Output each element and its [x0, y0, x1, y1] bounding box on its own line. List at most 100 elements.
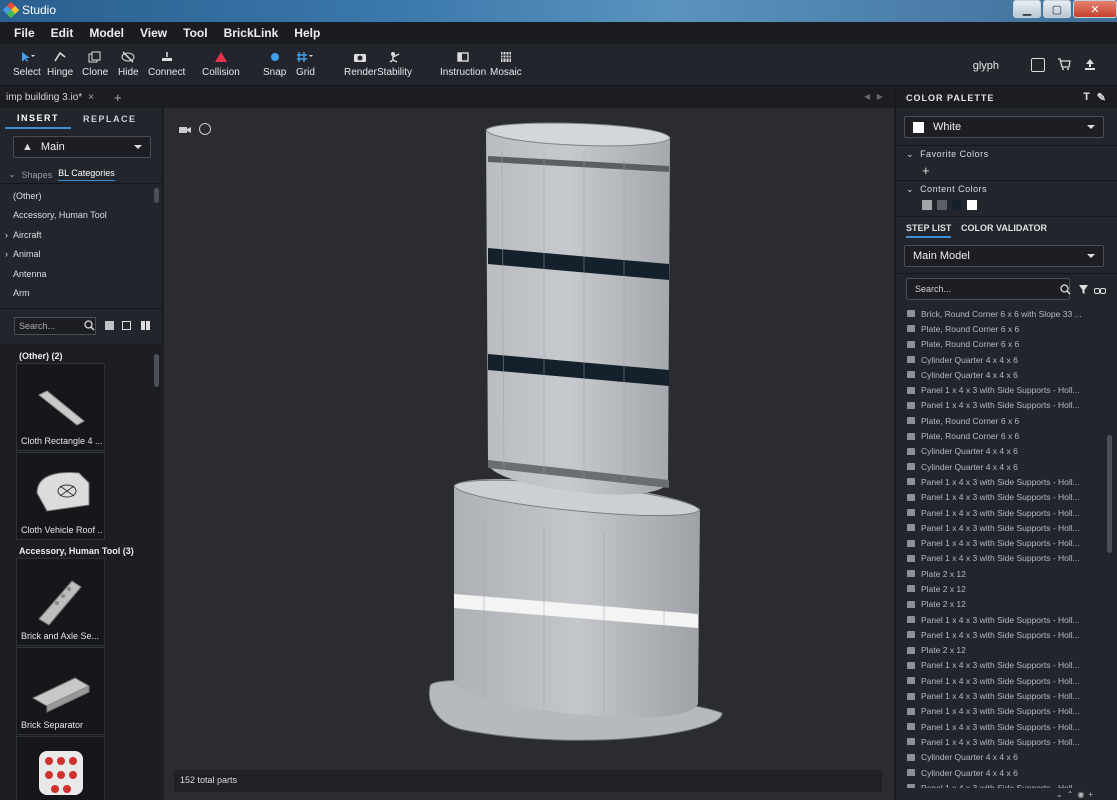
step-list-item[interactable]: Plate, Round Corner 6 x 6 [896, 428, 1108, 443]
content-color-swatch[interactable] [922, 200, 932, 210]
minimize-button[interactable]: ▁ [1013, 0, 1041, 18]
step-list-item[interactable]: Panel 1 x 4 x 3 with Side Supports - Hol… [896, 551, 1108, 566]
part-card[interactable]: Cloth Rectangle 4 ... [16, 363, 105, 451]
menu-model[interactable]: Model [81, 26, 132, 40]
menu-file[interactable]: File [6, 26, 43, 40]
step-list-item[interactable]: Panel 1 x 4 x 3 with Side Supports - Hol… [896, 780, 1108, 788]
step-list-footer-icons[interactable]: ⌄⌃◉+ [1056, 790, 1097, 799]
3d-viewport[interactable]: 152 total parts [164, 108, 894, 800]
step-list-item[interactable]: Panel 1 x 4 x 3 with Side Supports - Hol… [896, 673, 1108, 688]
content-color-swatch[interactable] [967, 200, 977, 210]
close-tab-icon[interactable]: × [88, 92, 94, 103]
color-filter-icon[interactable] [105, 321, 114, 330]
step-list-item[interactable]: Plate, Round Corner 6 x 6 [896, 413, 1108, 428]
menu-view[interactable]: View [132, 26, 175, 40]
step-list-item[interactable]: Plate 2 x 12 [896, 566, 1108, 581]
step-list-item[interactable]: Panel 1 x 4 x 3 with Side Supports - Hol… [896, 658, 1108, 673]
part-card[interactable] [16, 736, 105, 800]
search-icon[interactable] [84, 320, 95, 334]
add-tab-button[interactable]: + [114, 90, 122, 105]
render-tool-button[interactable]: Render [344, 50, 377, 78]
part-card[interactable]: Cloth Vehicle Roof ... [16, 452, 105, 540]
link-icon[interactable] [1094, 285, 1106, 299]
instruction-tool-button[interactable]: Instruction [440, 50, 486, 78]
step-list-item[interactable]: Panel 1 x 4 x 3 with Side Supports - Hol… [896, 382, 1108, 397]
step-list-item[interactable]: Panel 1 x 4 x 3 with Side Supports - Hol… [896, 490, 1108, 505]
step-list-item[interactable]: Panel 1 x 4 x 3 with Side Supports - Hol… [896, 704, 1108, 719]
category-item[interactable]: (Other) [0, 186, 163, 206]
step-list-item[interactable]: Plate, Round Corner 6 x 6 [896, 321, 1108, 336]
content-colors-section[interactable]: ⌄ Content Colors [906, 184, 987, 195]
category-scrollbar[interactable] [154, 188, 159, 203]
step-list-scrollbar[interactable] [1107, 435, 1112, 553]
category-item[interactable]: Antenna [0, 264, 163, 284]
grid-view-icon[interactable] [141, 321, 150, 330]
favorite-colors-section[interactable]: ⌄ Favorite Colors [906, 149, 989, 160]
login-icon[interactable] [1031, 58, 1045, 72]
palette-dropdown[interactable]: ▲ Main [13, 136, 151, 158]
step-list-item[interactable]: Panel 1 x 4 x 3 with Side Supports - Hol… [896, 398, 1108, 413]
step-list-item[interactable]: Cylinder Quarter 4 x 4 x 6 [896, 459, 1108, 474]
content-color-swatch[interactable] [937, 200, 947, 210]
tab-color-validator[interactable]: COLOR VALIDATOR [961, 223, 1047, 233]
select-tool-button[interactable]: Select [13, 50, 41, 78]
content-color-swatch[interactable] [952, 200, 962, 210]
building-model[interactable] [164, 108, 894, 768]
step-list-item[interactable]: Panel 1 x 4 x 3 with Side Supports - Hol… [896, 627, 1108, 642]
document-tab[interactable]: imp building 3.io* × + [6, 90, 122, 105]
tab-scroll-arrows[interactable]: ◀ ▶ [864, 92, 883, 101]
tab-shapes[interactable]: Shapes [22, 170, 53, 180]
step-list-item[interactable]: Panel 1 x 4 x 3 with Side Supports - Hol… [896, 520, 1108, 535]
category-item[interactable]: › Aircraft [0, 225, 163, 245]
username-label[interactable]: glyph [973, 60, 999, 72]
step-list-item[interactable]: Plate 2 x 12 [896, 581, 1108, 596]
hide-tool-button[interactable]: Hide [118, 50, 139, 78]
step-list-item[interactable]: Panel 1 x 4 x 3 with Side Supports - Hol… [896, 719, 1108, 734]
upload-icon[interactable] [1083, 57, 1097, 74]
step-list-item[interactable]: Panel 1 x 4 x 3 with Side Supports - Hol… [896, 505, 1108, 520]
step-list-item[interactable]: Cylinder Quarter 4 x 4 x 6 [896, 367, 1108, 382]
step-search-input[interactable]: Search... [906, 278, 1070, 300]
add-favorite-color-button[interactable]: + [922, 163, 930, 178]
step-list-item[interactable]: Brick, Round Corner 6 x 6 with Slope 33 … [896, 306, 1108, 321]
step-list-item[interactable]: Cylinder Quarter 4 x 4 x 6 [896, 765, 1108, 780]
step-list-item[interactable]: Panel 1 x 4 x 3 with Side Supports - Hol… [896, 688, 1108, 703]
snap-tool-button[interactable]: Snap [263, 50, 286, 78]
step-list-item[interactable]: Plate 2 x 12 [896, 597, 1108, 612]
close-window-button[interactable]: ✕ [1073, 0, 1117, 18]
tab-step-list[interactable]: STEP LIST [906, 223, 952, 238]
step-list-item[interactable]: Cylinder Quarter 4 x 4 x 6 [896, 352, 1108, 367]
clone-tool-button[interactable]: Clone [82, 50, 108, 78]
stability-tool-button[interactable]: Stability [377, 50, 412, 78]
filter-icon[interactable] [1078, 284, 1089, 298]
hinge-tool-button[interactable]: Hinge [47, 50, 73, 78]
grid-tool-button[interactable]: Grid [296, 50, 315, 78]
filter-toggle-icon[interactable] [122, 321, 131, 330]
category-item[interactable]: Accessory, Human Tool [0, 206, 163, 226]
tab-replace[interactable]: REPLACE [71, 111, 149, 128]
connect-tool-button[interactable]: Connect [148, 50, 185, 78]
eyedropper-icon[interactable]: ✎ [1097, 91, 1107, 104]
menu-help[interactable]: Help [286, 26, 328, 40]
step-list-item[interactable]: Panel 1 x 4 x 3 with Side Supports - Hol… [896, 535, 1108, 550]
step-list-item[interactable]: Cylinder Quarter 4 x 4 x 6 [896, 750, 1108, 765]
tab-insert[interactable]: INSERT [5, 110, 72, 129]
part-card[interactable]: Brick and Axle Se... [16, 558, 105, 646]
cart-icon[interactable] [1057, 57, 1071, 74]
category-item[interactable]: › Animal [0, 245, 163, 265]
parts-scrollbar[interactable] [154, 354, 159, 387]
maximize-button[interactable]: ▢ [1043, 0, 1071, 18]
step-list-item[interactable]: Panel 1 x 4 x 3 with Side Supports - Hol… [896, 612, 1108, 627]
step-list-item[interactable]: Panel 1 x 4 x 3 with Side Supports - Hol… [896, 474, 1108, 489]
category-item[interactable]: Arm [0, 284, 163, 304]
step-list-item[interactable]: Cylinder Quarter 4 x 4 x 6 [896, 444, 1108, 459]
step-list-item[interactable]: Plate, Round Corner 6 x 6 [896, 337, 1108, 352]
step-list-item[interactable]: Panel 1 x 4 x 3 with Side Supports - Hol… [896, 734, 1108, 749]
menu-edit[interactable]: Edit [43, 26, 82, 40]
paint-roller-icon[interactable]: T [1083, 91, 1091, 103]
model-dropdown[interactable]: Main Model [904, 245, 1104, 267]
menu-tool[interactable]: Tool [175, 26, 215, 40]
mosaic-tool-button[interactable]: Mosaic [490, 50, 522, 78]
menu-bricklink[interactable]: BrickLink [216, 26, 287, 40]
color-dropdown[interactable]: White [904, 116, 1104, 138]
